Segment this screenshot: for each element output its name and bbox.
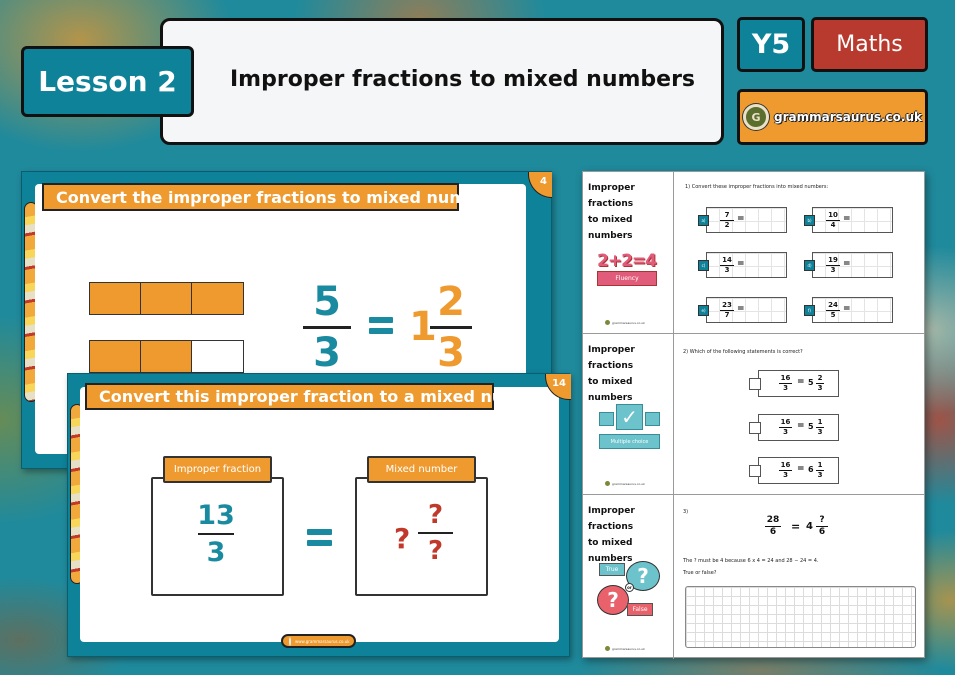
numerator: 13 — [197, 500, 235, 531]
bar-cell — [192, 283, 243, 314]
answer-box-a[interactable]: a) 72 = — [698, 207, 787, 233]
slide-preview-14: Convert this improper fraction to a mixe… — [67, 373, 571, 657]
true-false-icon: ? ? True False or — [597, 561, 661, 621]
option-checkbox[interactable] — [749, 378, 761, 390]
option-checkbox[interactable] — [749, 465, 761, 477]
answer-box-b[interactable]: b) 10 4 = — [804, 207, 893, 233]
section-footer-url: grammarsaurus.co.uk — [605, 320, 645, 325]
equation-fraction: ? 6 — [816, 515, 828, 538]
year-badge: Y5 — [737, 17, 805, 72]
equation-whole: 4 — [806, 521, 813, 532]
section-footer-url: grammarsaurus.co.uk — [605, 481, 645, 486]
mixed-fraction-placeholder: ? ? — [418, 502, 453, 564]
bar-cell — [192, 341, 243, 372]
answer-box-e[interactable]: e) 23 7 = — [698, 297, 787, 323]
worksheet-preview: Improper fractions to mixed numbers 2+2=… — [582, 171, 925, 659]
prompt-text: True or false? — [683, 570, 717, 576]
section-footer-url: grammarsaurus.co.uk — [605, 646, 645, 651]
lesson-title: Improper fractions to mixed numbers — [230, 67, 696, 92]
section-sidebar: Improper fractions to mixed numbers ? ? … — [583, 495, 674, 659]
denominator: 3 — [437, 330, 465, 376]
slide-footer-url: www.grammarsaurus.co.uk — [281, 634, 356, 648]
grammarsaurus-logo-icon — [289, 636, 291, 646]
bar-cell — [90, 283, 141, 314]
worksheet-section-fluency: Improper fractions to mixed numbers 2+2=… — [583, 172, 924, 334]
equals-sign — [369, 317, 393, 334]
worksheet-section-multiple-choice: Improper fractions to mixed numbers ✓ Mu… — [583, 334, 924, 495]
mixed-whole-placeholder: ? — [394, 522, 411, 555]
denominator: 3 — [206, 537, 226, 568]
improper-fraction: 5 3 — [303, 282, 351, 373]
bar-cell — [141, 283, 192, 314]
statement-text: The ? must be 4 because 6 x 4 = 24 and 2… — [683, 558, 819, 564]
question-text: 2) Which of the following statements is … — [683, 349, 803, 355]
question-text: 1) Convert these improper fractions into… — [685, 184, 829, 190]
worksheet-section-true-false: Improper fractions to mixed numbers ? ? … — [583, 495, 924, 659]
answer-box-c[interactable]: c) 14 3 = — [698, 252, 787, 278]
numerator: 2 — [437, 279, 465, 325]
numerator: ? — [427, 500, 444, 530]
slide-title: Convert the improper fractions to mixed … — [42, 183, 506, 211]
fraction-line — [430, 326, 472, 329]
bar-cell — [141, 341, 192, 372]
equation-improper: 28 6 — [765, 515, 781, 537]
mixed-number-label: Mixed number — [367, 456, 476, 483]
answer-grid[interactable] — [685, 586, 916, 648]
slide-title: Convert this improper fraction to a mixe… — [85, 383, 550, 410]
section-sidebar: Improper fractions to mixed numbers 2+2=… — [583, 172, 674, 333]
section-title: Improper fractions to mixed numbers — [588, 183, 635, 241]
lesson-badge: Lesson 2 — [21, 46, 194, 117]
equals-sign: = — [791, 520, 801, 533]
section-sidebar: Improper fractions to mixed numbers ✓ Mu… — [583, 334, 674, 494]
mixed-fraction: 2 3 — [430, 282, 472, 373]
question-number: 3) — [683, 509, 689, 515]
mc-option-3[interactable]: 16 3 = 6 13 — [749, 457, 839, 484]
option-checkbox[interactable] — [749, 422, 761, 434]
subject-badge: Maths — [811, 17, 928, 72]
fraction-line — [198, 533, 234, 535]
fluency-icon: 2+2=4 Fluency — [597, 251, 657, 286]
brand-url: grammarsaurus.co.uk — [773, 110, 922, 124]
section-title: Improper fractions to mixed numbers — [588, 345, 635, 403]
bar-cell — [90, 341, 141, 372]
improper-fraction: 13 3 — [197, 500, 235, 568]
mc-option-2[interactable]: 16 3 = 5 13 — [749, 414, 839, 441]
grammarsaurus-logo-icon: G — [742, 104, 769, 130]
slide-number: 4 — [528, 172, 552, 198]
brand-badge[interactable]: G grammarsaurus.co.uk — [737, 89, 928, 145]
denominator: ? — [427, 536, 444, 566]
section-title: Improper fractions to mixed numbers — [588, 506, 635, 564]
numerator: 5 — [313, 279, 341, 325]
answer-box-f[interactable]: f) 24 5 = — [804, 297, 893, 323]
improper-fraction-label: Improper fraction — [163, 456, 272, 483]
equals-sign — [307, 529, 332, 546]
mc-option-1[interactable]: 16 3 = 5 23 — [749, 370, 839, 397]
answer-box-d[interactable]: d) 19 3 = — [804, 252, 893, 278]
denominator: 3 — [313, 330, 341, 376]
bar-model-row-1 — [89, 282, 244, 315]
bar-model-row-2 — [89, 340, 244, 373]
fraction-line — [303, 326, 351, 329]
fraction-line — [418, 532, 453, 534]
